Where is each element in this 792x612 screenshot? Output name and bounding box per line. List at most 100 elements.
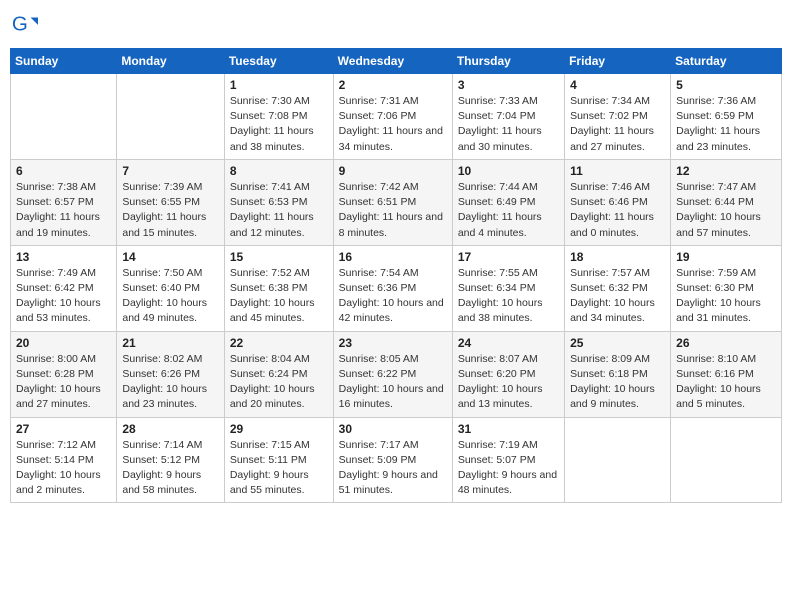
- weekday-header: Monday: [117, 49, 224, 74]
- calendar-table: SundayMondayTuesdayWednesdayThursdayFrid…: [10, 48, 782, 503]
- day-info: Sunrise: 7:50 AMSunset: 6:40 PMDaylight:…: [122, 266, 218, 327]
- calendar-cell: 24 Sunrise: 8:07 AMSunset: 6:20 PMDayligh…: [452, 331, 564, 417]
- day-info: Sunrise: 7:12 AMSunset: 5:14 PMDaylight:…: [16, 438, 111, 499]
- calendar-week-row: 6 Sunrise: 7:38 AMSunset: 6:57 PMDaylight…: [11, 159, 782, 245]
- day-number: 11: [570, 164, 665, 178]
- calendar-cell: 14 Sunrise: 7:50 AMSunset: 6:40 PMDayligh…: [117, 245, 224, 331]
- calendar-cell: 9 Sunrise: 7:42 AMSunset: 6:51 PMDaylight…: [333, 159, 452, 245]
- calendar-cell: 11 Sunrise: 7:46 AMSunset: 6:46 PMDayligh…: [565, 159, 671, 245]
- weekday-header: Tuesday: [224, 49, 333, 74]
- calendar-cell: 22 Sunrise: 8:04 AMSunset: 6:24 PMDayligh…: [224, 331, 333, 417]
- calendar-cell: 27 Sunrise: 7:12 AMSunset: 5:14 PMDayligh…: [11, 417, 117, 503]
- day-number: 3: [458, 78, 559, 92]
- day-number: 31: [458, 422, 559, 436]
- calendar-cell: 26 Sunrise: 8:10 AMSunset: 6:16 PMDayligh…: [671, 331, 782, 417]
- logo-icon: G: [10, 10, 38, 38]
- day-info: Sunrise: 7:41 AMSunset: 6:53 PMDaylight:…: [230, 180, 328, 241]
- calendar-cell: 12 Sunrise: 7:47 AMSunset: 6:44 PMDayligh…: [671, 159, 782, 245]
- day-number: 16: [339, 250, 447, 264]
- calendar-body: 1 Sunrise: 7:30 AMSunset: 7:08 PMDaylight…: [11, 74, 782, 503]
- calendar-cell: 20 Sunrise: 8:00 AMSunset: 6:28 PMDayligh…: [11, 331, 117, 417]
- day-info: Sunrise: 8:10 AMSunset: 6:16 PMDaylight:…: [676, 352, 776, 413]
- day-info: Sunrise: 7:54 AMSunset: 6:36 PMDaylight:…: [339, 266, 447, 327]
- day-info: Sunrise: 7:31 AMSunset: 7:06 PMDaylight:…: [339, 94, 447, 155]
- day-info: Sunrise: 8:02 AMSunset: 6:26 PMDaylight:…: [122, 352, 218, 413]
- day-info: Sunrise: 7:59 AMSunset: 6:30 PMDaylight:…: [676, 266, 776, 327]
- day-info: Sunrise: 7:49 AMSunset: 6:42 PMDaylight:…: [16, 266, 111, 327]
- day-info: Sunrise: 8:04 AMSunset: 6:24 PMDaylight:…: [230, 352, 328, 413]
- day-number: 12: [676, 164, 776, 178]
- calendar-week-row: 13 Sunrise: 7:49 AMSunset: 6:42 PMDayligh…: [11, 245, 782, 331]
- day-number: 23: [339, 336, 447, 350]
- day-number: 15: [230, 250, 328, 264]
- day-number: 22: [230, 336, 328, 350]
- day-info: Sunrise: 7:17 AMSunset: 5:09 PMDaylight:…: [339, 438, 447, 499]
- day-info: Sunrise: 7:46 AMSunset: 6:46 PMDaylight:…: [570, 180, 665, 241]
- calendar-cell: 25 Sunrise: 8:09 AMSunset: 6:18 PMDayligh…: [565, 331, 671, 417]
- day-number: 17: [458, 250, 559, 264]
- day-info: Sunrise: 7:39 AMSunset: 6:55 PMDaylight:…: [122, 180, 218, 241]
- calendar-cell: 31 Sunrise: 7:19 AMSunset: 5:07 PMDayligh…: [452, 417, 564, 503]
- day-info: Sunrise: 7:19 AMSunset: 5:07 PMDaylight:…: [458, 438, 559, 499]
- calendar-week-row: 20 Sunrise: 8:00 AMSunset: 6:28 PMDayligh…: [11, 331, 782, 417]
- calendar-cell: 13 Sunrise: 7:49 AMSunset: 6:42 PMDayligh…: [11, 245, 117, 331]
- day-number: 13: [16, 250, 111, 264]
- calendar-cell: 3Sunrise: 7:33 AMSunset: 7:04 PMDaylight…: [452, 74, 564, 160]
- calendar-cell: 1 Sunrise: 7:30 AMSunset: 7:08 PMDaylight…: [224, 74, 333, 160]
- calendar-week-row: 1 Sunrise: 7:30 AMSunset: 7:08 PMDaylight…: [11, 74, 782, 160]
- weekday-header: Saturday: [671, 49, 782, 74]
- calendar-cell: 19 Sunrise: 7:59 AMSunset: 6:30 PMDayligh…: [671, 245, 782, 331]
- logo: G: [10, 10, 42, 38]
- calendar-cell: 30Sunrise: 7:17 AMSunset: 5:09 PMDayligh…: [333, 417, 452, 503]
- calendar-cell: 15 Sunrise: 7:52 AMSunset: 6:38 PMDayligh…: [224, 245, 333, 331]
- day-number: 26: [676, 336, 776, 350]
- weekday-header: Wednesday: [333, 49, 452, 74]
- day-info: Sunrise: 8:07 AMSunset: 6:20 PMDaylight:…: [458, 352, 559, 413]
- calendar-cell: [671, 417, 782, 503]
- day-info: Sunrise: 8:09 AMSunset: 6:18 PMDaylight:…: [570, 352, 665, 413]
- day-number: 25: [570, 336, 665, 350]
- weekday-header: Thursday: [452, 49, 564, 74]
- calendar-week-row: 27 Sunrise: 7:12 AMSunset: 5:14 PMDayligh…: [11, 417, 782, 503]
- day-number: 27: [16, 422, 111, 436]
- day-info: Sunrise: 7:42 AMSunset: 6:51 PMDaylight:…: [339, 180, 447, 241]
- day-info: Sunrise: 8:05 AMSunset: 6:22 PMDaylight:…: [339, 352, 447, 413]
- day-info: Sunrise: 7:14 AMSunset: 5:12 PMDaylight:…: [122, 438, 218, 499]
- day-number: 19: [676, 250, 776, 264]
- day-info: Sunrise: 7:55 AMSunset: 6:34 PMDaylight:…: [458, 266, 559, 327]
- day-info: Sunrise: 7:44 AMSunset: 6:49 PMDaylight:…: [458, 180, 559, 241]
- calendar-cell: 23 Sunrise: 8:05 AMSunset: 6:22 PMDayligh…: [333, 331, 452, 417]
- day-info: Sunrise: 7:15 AMSunset: 5:11 PMDaylight:…: [230, 438, 328, 499]
- day-info: Sunrise: 7:52 AMSunset: 6:38 PMDaylight:…: [230, 266, 328, 327]
- calendar-cell: 21 Sunrise: 8:02 AMSunset: 6:26 PMDayligh…: [117, 331, 224, 417]
- day-number: 29: [230, 422, 328, 436]
- calendar-cell: 10 Sunrise: 7:44 AMSunset: 6:49 PMDayligh…: [452, 159, 564, 245]
- day-number: 24: [458, 336, 559, 350]
- day-number: 18: [570, 250, 665, 264]
- day-info: Sunrise: 7:30 AMSunset: 7:08 PMDaylight:…: [230, 94, 328, 155]
- day-number: 1: [230, 78, 328, 92]
- calendar-cell: 18Sunrise: 7:57 AMSunset: 6:32 PMDayligh…: [565, 245, 671, 331]
- calendar-cell: [11, 74, 117, 160]
- day-number: 21: [122, 336, 218, 350]
- day-number: 9: [339, 164, 447, 178]
- calendar-cell: 2Sunrise: 7:31 AMSunset: 7:06 PMDaylight…: [333, 74, 452, 160]
- calendar-cell: 17 Sunrise: 7:55 AMSunset: 6:34 PMDayligh…: [452, 245, 564, 331]
- day-info: Sunrise: 8:00 AMSunset: 6:28 PMDaylight:…: [16, 352, 111, 413]
- day-info: Sunrise: 7:34 AMSunset: 7:02 PMDaylight:…: [570, 94, 665, 155]
- day-number: 7: [122, 164, 218, 178]
- day-info: Sunrise: 7:38 AMSunset: 6:57 PMDaylight:…: [16, 180, 111, 241]
- day-number: 20: [16, 336, 111, 350]
- day-number: 10: [458, 164, 559, 178]
- day-number: 14: [122, 250, 218, 264]
- calendar-cell: 16 Sunrise: 7:54 AMSunset: 6:36 PMDayligh…: [333, 245, 452, 331]
- page-header: G: [10, 10, 782, 38]
- calendar-header-row: SundayMondayTuesdayWednesdayThursdayFrid…: [11, 49, 782, 74]
- calendar-cell: 4 Sunrise: 7:34 AMSunset: 7:02 PMDaylight…: [565, 74, 671, 160]
- calendar-cell: 5Sunrise: 7:36 AMSunset: 6:59 PMDaylight…: [671, 74, 782, 160]
- day-number: 6: [16, 164, 111, 178]
- day-number: 4: [570, 78, 665, 92]
- calendar-cell: 28Sunrise: 7:14 AMSunset: 5:12 PMDayligh…: [117, 417, 224, 503]
- weekday-header: Sunday: [11, 49, 117, 74]
- day-info: Sunrise: 7:47 AMSunset: 6:44 PMDaylight:…: [676, 180, 776, 241]
